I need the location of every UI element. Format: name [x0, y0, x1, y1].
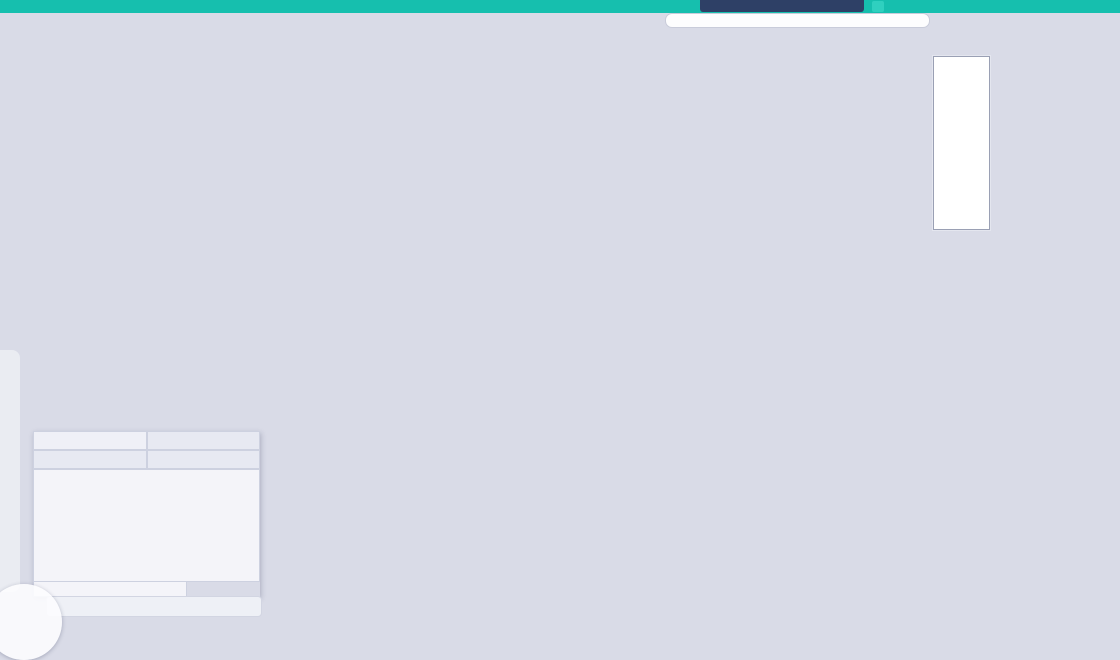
view-navigation-wheel[interactable] — [0, 584, 62, 660]
title-bar — [0, 0, 1120, 13]
input-panel-tab[interactable] — [33, 431, 147, 450]
project-tab[interactable] — [700, 0, 864, 12]
workspaces-dropdown[interactable] — [147, 431, 261, 450]
tags-dropdown[interactable] — [147, 450, 261, 469]
result-legend — [933, 56, 990, 230]
scia-application-window: { "titlebar":{ "app_name":"SCIA","versio… — [0, 0, 1120, 631]
wheel-disc — [0, 584, 62, 660]
tool-icon-grid — [33, 469, 260, 582]
input-panel — [33, 431, 260, 597]
categories-dropdown[interactable] — [33, 450, 147, 469]
left-toolbar — [0, 350, 20, 592]
quick-access-toolbar — [0, 13, 660, 30]
command-line-input[interactable] — [665, 13, 930, 28]
snap-toolbar — [46, 596, 262, 617]
new-tab-button[interactable] — [872, 1, 884, 12]
